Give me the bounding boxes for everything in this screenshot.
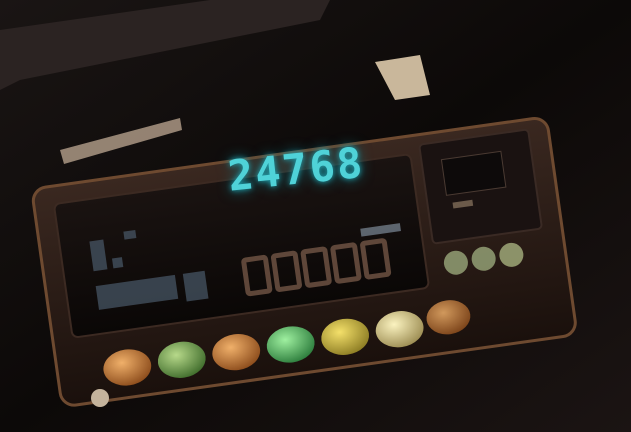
taxi-meter-photo: 24768	[0, 0, 631, 432]
photo-background	[0, 0, 631, 432]
screw	[91, 389, 109, 407]
